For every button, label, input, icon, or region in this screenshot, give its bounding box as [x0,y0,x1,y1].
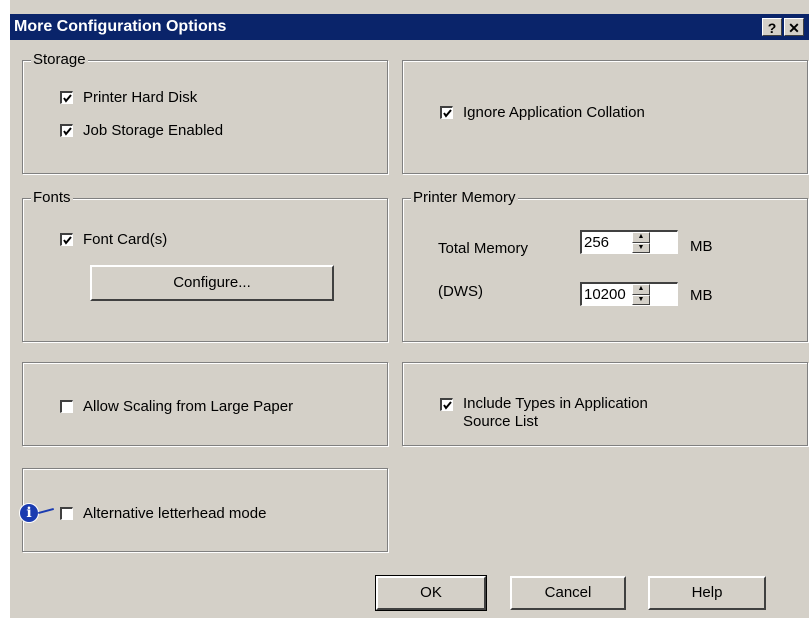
checkmark-icon [63,236,72,245]
total-memory-unit: MB [690,238,713,255]
help-title-button[interactable]: ? [762,18,782,36]
allow-scaling-label: Allow Scaling from Large Paper [83,398,294,415]
dws-memory-spinner[interactable]: ▲ ▼ [580,282,678,306]
checkbox-box[interactable] [60,91,73,104]
printer-memory-legend: Printer Memory [411,189,518,206]
checkmark-icon [63,127,72,136]
total-memory-label: Total Memory [438,240,529,257]
help-button[interactable]: Help [648,576,766,610]
info-icon: i [20,504,38,522]
spin-up-icon[interactable]: ▲ [632,232,650,243]
alternative-letterhead-label: Alternative letterhead mode [83,505,267,522]
title-bar: More Configuration Options ? ✕ [10,14,809,40]
printer-hard-disk-checkbox[interactable]: Printer Hard Disk [60,89,197,106]
spin-down-icon[interactable]: ▼ [632,242,650,253]
dws-memory-input[interactable] [582,284,632,304]
checkbox-box[interactable] [60,400,73,413]
spin-arrows[interactable]: ▲ ▼ [632,284,650,305]
job-storage-enabled-checkbox[interactable]: Job Storage Enabled [60,122,223,139]
spin-down-icon[interactable]: ▼ [632,294,650,305]
checkbox-box[interactable] [440,398,453,411]
checkbox-box[interactable] [60,507,73,520]
checkmark-icon [63,94,72,103]
configure-button[interactable]: Configure... [90,265,334,301]
cancel-button[interactable]: Cancel [510,576,626,610]
fonts-legend: Fonts [31,189,73,206]
checkmark-icon [443,401,452,410]
printer-hard-disk-label: Printer Hard Disk [83,89,198,106]
storage-group: Storage [22,51,388,174]
printer-memory-group: Printer Memory [402,189,808,342]
close-title-button[interactable]: ✕ [784,18,804,36]
checkbox-box[interactable] [60,233,73,246]
total-memory-input[interactable] [582,232,632,252]
job-storage-enabled-label: Job Storage Enabled [83,122,224,139]
allow-scaling-checkbox[interactable]: Allow Scaling from Large Paper [60,398,293,415]
dws-label: (DWS) [438,283,483,300]
total-memory-spinner[interactable]: ▲ ▼ [580,230,678,254]
checkbox-box[interactable] [60,124,73,137]
dws-memory-unit: MB [690,287,713,304]
include-types-label: Include Types in Application Source List [463,395,648,430]
alternative-letterhead-checkbox[interactable]: Alternative letterhead mode [60,505,266,522]
dialog-title: More Configuration Options [14,18,227,35]
spin-arrows[interactable]: ▲ ▼ [632,232,650,253]
checkbox-box[interactable] [440,106,453,119]
ignore-application-collation-checkbox[interactable]: Ignore Application Collation [440,104,645,121]
ok-button[interactable]: OK [375,575,487,611]
include-types-checkbox[interactable]: Include Types in Application Source List [440,395,693,431]
spin-up-icon[interactable]: ▲ [632,284,650,295]
ignore-application-collation-label: Ignore Application Collation [463,104,645,121]
font-cards-checkbox[interactable]: Font Card(s) [60,231,167,248]
storage-legend: Storage [31,51,88,68]
more-configuration-options-dialog: More Configuration Options ? ✕ Storage P… [10,0,809,618]
font-cards-label: Font Card(s) [83,231,168,248]
checkmark-icon [443,109,452,118]
